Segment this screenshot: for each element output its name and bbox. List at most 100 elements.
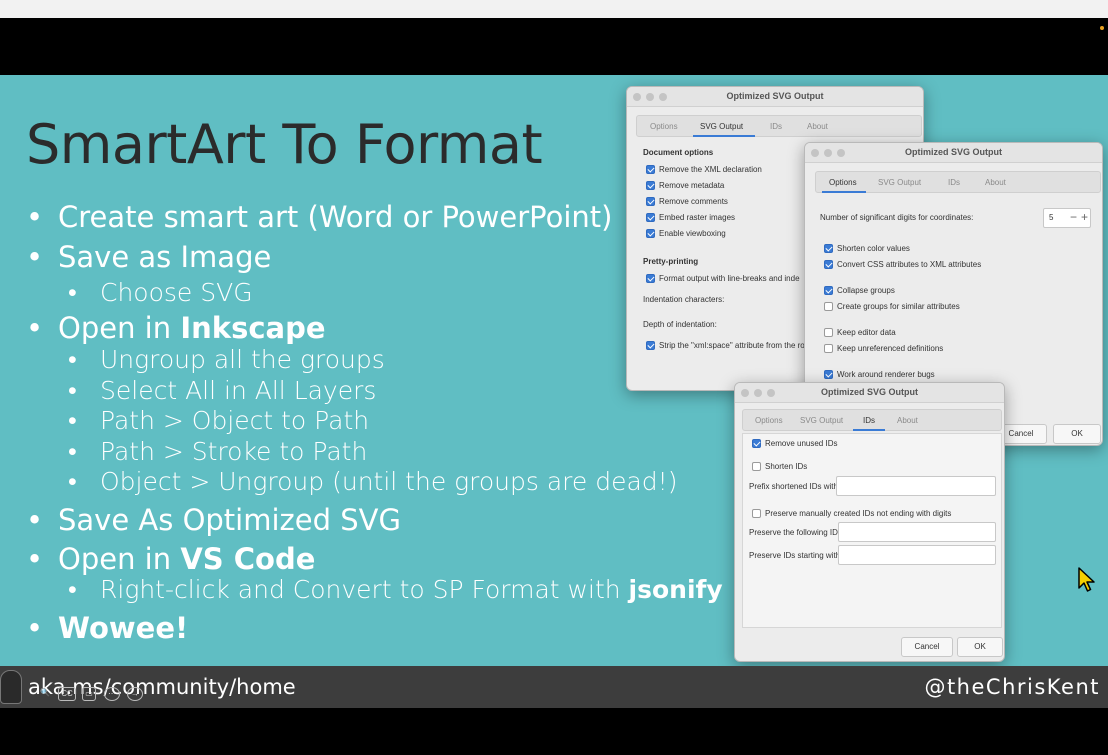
option-label: Keep unreferenced definitions (837, 344, 944, 353)
remove-comments-checkbox[interactable] (646, 197, 655, 206)
tab-ids[interactable]: IDs (948, 178, 960, 187)
bullet-text: Save As Optimized SVG (58, 503, 401, 537)
pretty-printing-heading: Pretty-printing (643, 257, 699, 266)
shorten-ids-label: Shorten IDs (765, 462, 808, 471)
sub-bullet-item: • Ungroup all the groups (68, 345, 385, 375)
remove-xml-declaration-checkbox[interactable] (646, 165, 655, 174)
option-label: Keep editor data (837, 328, 896, 337)
document-options-heading: Document options (643, 148, 714, 157)
bullet-text: VS Code (180, 542, 316, 576)
bullet-item: • Wowee! (26, 611, 188, 645)
mouse-pointer-icon (1078, 567, 1095, 592)
preserve-starting-input[interactable] (838, 545, 996, 565)
cancel-button[interactable]: Cancel (901, 637, 953, 657)
letterbox-bottom (0, 708, 1108, 755)
tab-ids[interactable]: IDs (863, 416, 875, 425)
strip-xml-space-label: Strip the "xml:space" attribute from the… (659, 341, 805, 350)
bullet-item: • Open in Inkscape (26, 311, 326, 345)
keep-editor-data-checkbox[interactable] (824, 328, 833, 337)
tab-about[interactable]: About (807, 122, 828, 131)
dialog-titlebar: Optimized SVG Output (735, 383, 1004, 403)
tab-ids[interactable]: IDs (770, 122, 782, 131)
more-options-icon[interactable]: ⋯ (104, 687, 120, 701)
option-label: Convert CSS attributes to XML attributes (837, 260, 982, 269)
tab-about[interactable]: About (897, 416, 918, 425)
remove-metadata-checkbox[interactable] (646, 181, 655, 190)
strip-xml-space-checkbox[interactable] (646, 341, 655, 350)
tab-options[interactable]: Options (650, 122, 678, 131)
shorten-color-values-checkbox[interactable] (824, 244, 833, 253)
sub-bullet-item: • Choose SVG (68, 278, 253, 308)
preserve-manual-ids-label: Preserve manually created IDs not ending… (765, 509, 952, 518)
dialog-title: Optimized SVG Output (821, 387, 918, 397)
preserve-following-label: Preserve the following IDs: (749, 528, 845, 537)
prefix-input[interactable] (836, 476, 996, 496)
decrement-icon[interactable]: − (1070, 210, 1077, 224)
remove-unused-ids-checkbox[interactable] (752, 439, 761, 448)
format-output-checkbox[interactable] (646, 274, 655, 283)
presenter-handle: @theChrisKent (924, 675, 1100, 699)
tab-options[interactable]: Options (755, 416, 783, 425)
keep-unreferenced-definitions-checkbox[interactable] (824, 344, 833, 353)
screen-icon[interactable]: ▭ (82, 687, 96, 701)
ids-panel: Remove unused IDs Shorten IDs Prefix sho… (742, 433, 1002, 628)
tab-svg-output[interactable]: SVG Output (800, 416, 843, 425)
shorten-ids-checkbox[interactable] (752, 462, 761, 471)
bullet-item: • Save as Image (26, 240, 271, 274)
digits-value: 5 (1049, 213, 1054, 222)
bullet-text: Select All in All Layers (100, 376, 377, 405)
embed-raster-images-checkbox[interactable] (646, 213, 655, 222)
letterbox-top (0, 18, 1108, 75)
bullet-text: Save as Image (58, 240, 272, 274)
bullet-text: Create smart art (Word or PowerPoint) (58, 200, 613, 234)
captions-button[interactable]: CC (58, 687, 76, 701)
bullet-item: • Create smart art (Word or PowerPoint) (26, 200, 612, 234)
bullet-icon: • (26, 200, 44, 234)
sub-bullet-item: • Select All in All Layers (68, 376, 376, 406)
bullet-icon: • (68, 406, 77, 435)
bullet-text: Open in (58, 542, 181, 576)
zoom-icon[interactable]: 🔍 (38, 687, 52, 701)
dialog-titlebar: Optimized SVG Output (627, 87, 923, 107)
next-icon[interactable]: → (127, 687, 143, 701)
active-tab-indicator (822, 191, 866, 193)
significant-digits-label: Number of significant digits for coordin… (820, 213, 974, 222)
work-around-renderer-bugs-checkbox[interactable] (824, 370, 833, 379)
bullet-text: Choose SVG (100, 278, 253, 307)
bullet-icon: • (26, 503, 44, 537)
ok-button[interactable]: OK (1053, 424, 1101, 444)
tab-svg-output[interactable]: SVG Output (878, 178, 921, 187)
dialog-title: Optimized SVG Output (726, 91, 824, 101)
tab-about[interactable]: About (985, 178, 1006, 187)
collapse-groups-checkbox[interactable] (824, 286, 833, 295)
bullet-icon: • (26, 311, 44, 345)
option-label: Enable viewboxing (659, 229, 726, 238)
bullet-icon: • (68, 575, 77, 604)
bullet-text: Object > Ungroup (until the groups are d… (100, 467, 678, 496)
bullet-text: jsonify (628, 575, 723, 604)
option-label: Collapse groups (837, 286, 895, 295)
tab-options[interactable]: Options (829, 178, 857, 187)
indentation-characters-label: Indentation characters: (643, 295, 725, 304)
ok-button[interactable]: OK (957, 637, 1003, 657)
enable-viewboxing-checkbox[interactable] (646, 229, 655, 238)
dialog-title: Optimized SVG Output (905, 147, 1002, 157)
option-label: Create groups for similar attributes (837, 302, 960, 311)
preserve-following-input[interactable] (838, 522, 996, 542)
tab-svg-output[interactable]: SVG Output (700, 122, 743, 131)
bullet-item: • Open in VS Code (26, 542, 315, 576)
convert-css-attributes-checkbox[interactable] (824, 260, 833, 269)
recording-indicator-icon (1100, 26, 1104, 30)
bullet-text: Path > Stroke to Path (100, 437, 368, 466)
option-label: Remove metadata (659, 181, 725, 190)
create-groups-checkbox[interactable] (824, 302, 833, 311)
increment-icon[interactable]: + (1081, 210, 1088, 224)
significant-digits-spinner[interactable]: 5 − + (1043, 208, 1091, 228)
video-bottom-bar: aka.ms/community/home @theChrisKent 🔍 CC… (0, 666, 1108, 708)
bullet-item: • Save As Optimized SVG (26, 503, 401, 537)
presenter-avatar (0, 670, 22, 704)
preserve-manual-ids-checkbox[interactable] (752, 509, 761, 518)
dialog-titlebar: Optimized SVG Output (805, 143, 1102, 163)
bullet-text: Path > Object to Path (100, 406, 370, 435)
presentation-slide: SmartArt To Format • Create smart art (Wo… (0, 75, 1108, 666)
